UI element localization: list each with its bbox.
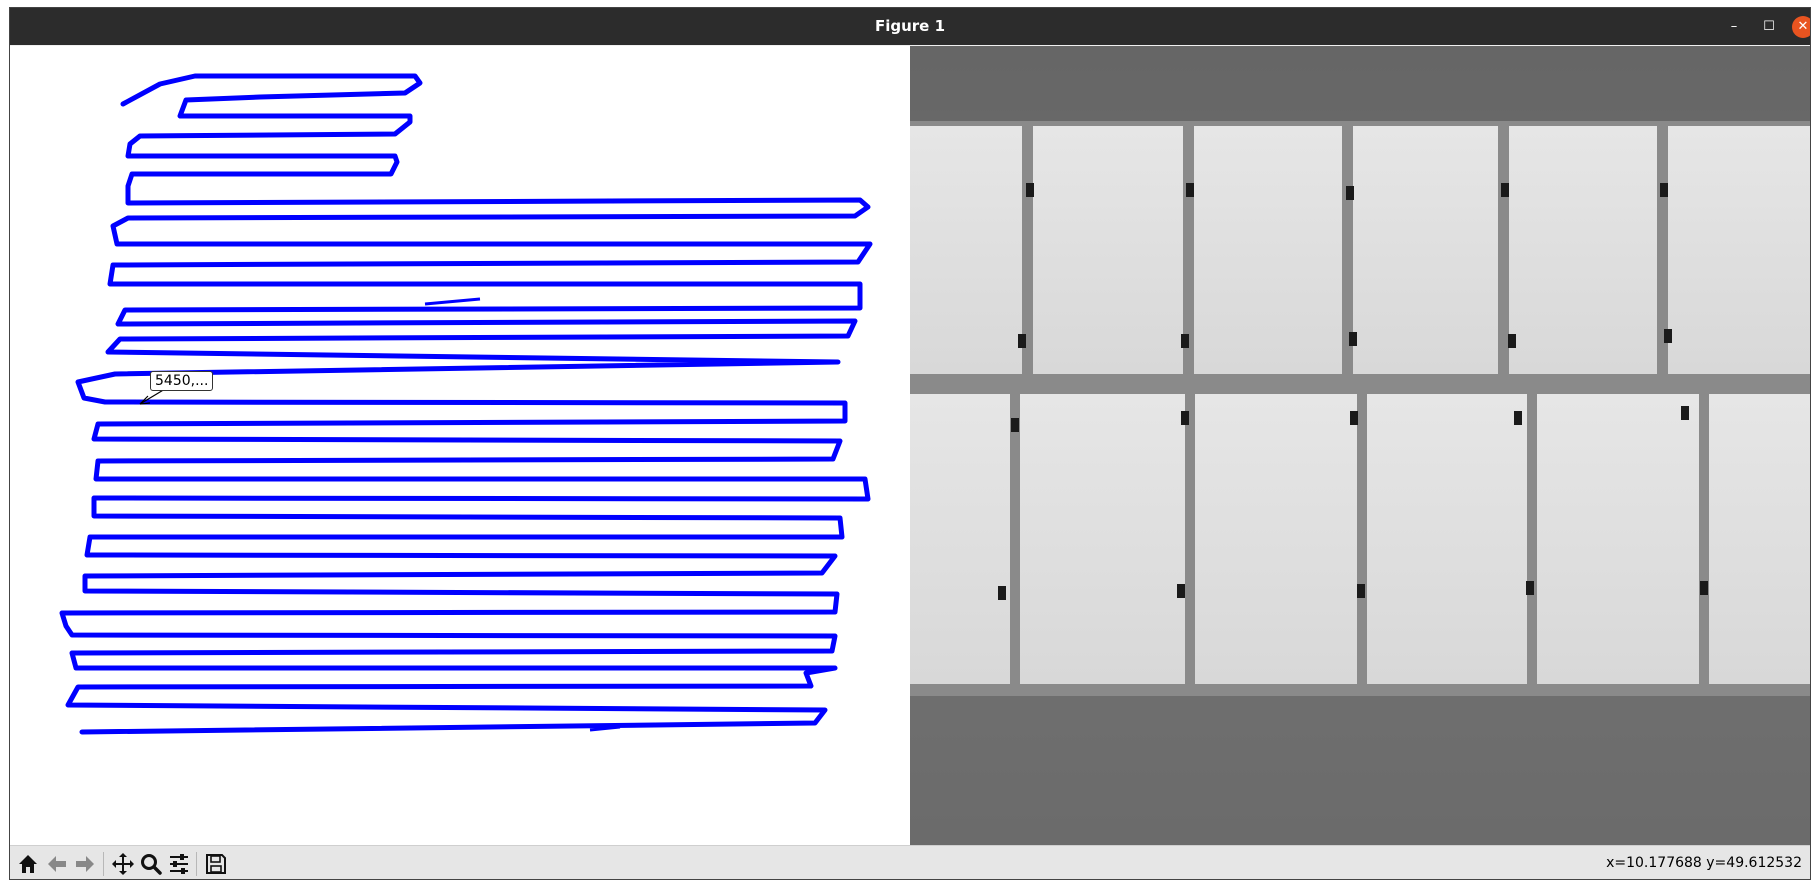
solar-panel	[910, 394, 1010, 684]
cursor-coordinates: x=10.177688 y=49.612532	[1606, 855, 1802, 871]
minimize-icon: –	[1730, 19, 1738, 34]
zoom-button[interactable]	[137, 850, 165, 878]
pan-button[interactable]	[109, 850, 137, 878]
solar-panel	[1367, 394, 1527, 684]
data-cursor-annotation[interactable]: 5450,...	[150, 371, 214, 391]
back-icon	[48, 856, 66, 872]
panel-clamp	[1508, 334, 1516, 348]
minimize-button[interactable]: –	[1723, 16, 1745, 38]
ground-top	[910, 46, 1810, 121]
solar-panel	[1709, 394, 1810, 684]
solar-panel	[1195, 394, 1357, 684]
panel-clamp	[1501, 183, 1509, 197]
panel-clamp	[1681, 406, 1689, 420]
solar-panel	[1020, 394, 1185, 684]
thermal-image[interactable]	[910, 46, 1810, 845]
figure-window: Figure 1 – ☐ ✕ 5450,... x=10.177688 y=49…	[9, 7, 1811, 880]
panel-clamp	[1177, 584, 1185, 598]
solar-panel	[1033, 126, 1183, 374]
window-title: Figure 1	[874, 17, 946, 35]
panel-clamp	[1011, 418, 1019, 432]
solar-panel	[910, 126, 1022, 374]
home-button[interactable]	[14, 850, 42, 878]
panel-clamp	[1026, 183, 1034, 197]
save-button[interactable]	[202, 850, 230, 878]
panel-clamp	[1526, 581, 1534, 595]
close-icon: ✕	[1797, 19, 1809, 34]
panel-clamp	[1514, 411, 1522, 425]
panel-clamp	[1186, 183, 1194, 197]
solar-panel	[1353, 126, 1498, 374]
zoom-icon	[141, 854, 162, 875]
panel-clamp	[1181, 411, 1189, 425]
panel-clamp	[1660, 183, 1668, 197]
close-button[interactable]: ✕	[1792, 16, 1810, 38]
solar-panel	[1194, 126, 1342, 374]
panel-clamp	[1700, 581, 1708, 595]
solar-panel	[1509, 126, 1657, 374]
configure-subplots-button[interactable]	[165, 850, 193, 878]
save-icon	[206, 854, 226, 874]
back-button[interactable]	[43, 850, 71, 878]
panel-clamp	[998, 586, 1006, 600]
panel-clamp	[1346, 186, 1354, 200]
path-artifact	[301, 352, 329, 358]
solar-panel	[1537, 394, 1699, 684]
path-artifact	[424, 297, 481, 306]
flight-path-line	[59, 73, 873, 735]
forward-icon	[76, 856, 94, 872]
ground-bottom	[910, 696, 1810, 845]
home-icon	[19, 855, 37, 873]
panel-clamp	[1664, 329, 1672, 343]
solar-panel	[1668, 126, 1810, 374]
toolbar-separator	[196, 852, 197, 876]
panel-clamp	[1181, 334, 1189, 348]
maximize-icon: ☐	[1763, 19, 1775, 34]
configure-subplots-icon	[170, 854, 188, 874]
title-bar: Figure 1 – ☐ ✕	[10, 8, 1810, 45]
navigation-toolbar: x=10.177688 y=49.612532	[10, 845, 1810, 879]
panel-clamp	[1018, 334, 1026, 348]
panel-clamp	[1350, 411, 1358, 425]
flight-path-plot[interactable]	[10, 46, 910, 845]
panel-clamp	[1357, 584, 1365, 598]
figure-canvas[interactable]: 5450,...	[10, 46, 1810, 845]
pan-icon	[112, 853, 134, 875]
maximize-button[interactable]: ☐	[1758, 16, 1780, 38]
panel-clamp	[1349, 332, 1357, 346]
forward-button[interactable]	[71, 850, 99, 878]
flight-path	[59, 73, 873, 735]
toolbar-separator	[103, 852, 104, 876]
